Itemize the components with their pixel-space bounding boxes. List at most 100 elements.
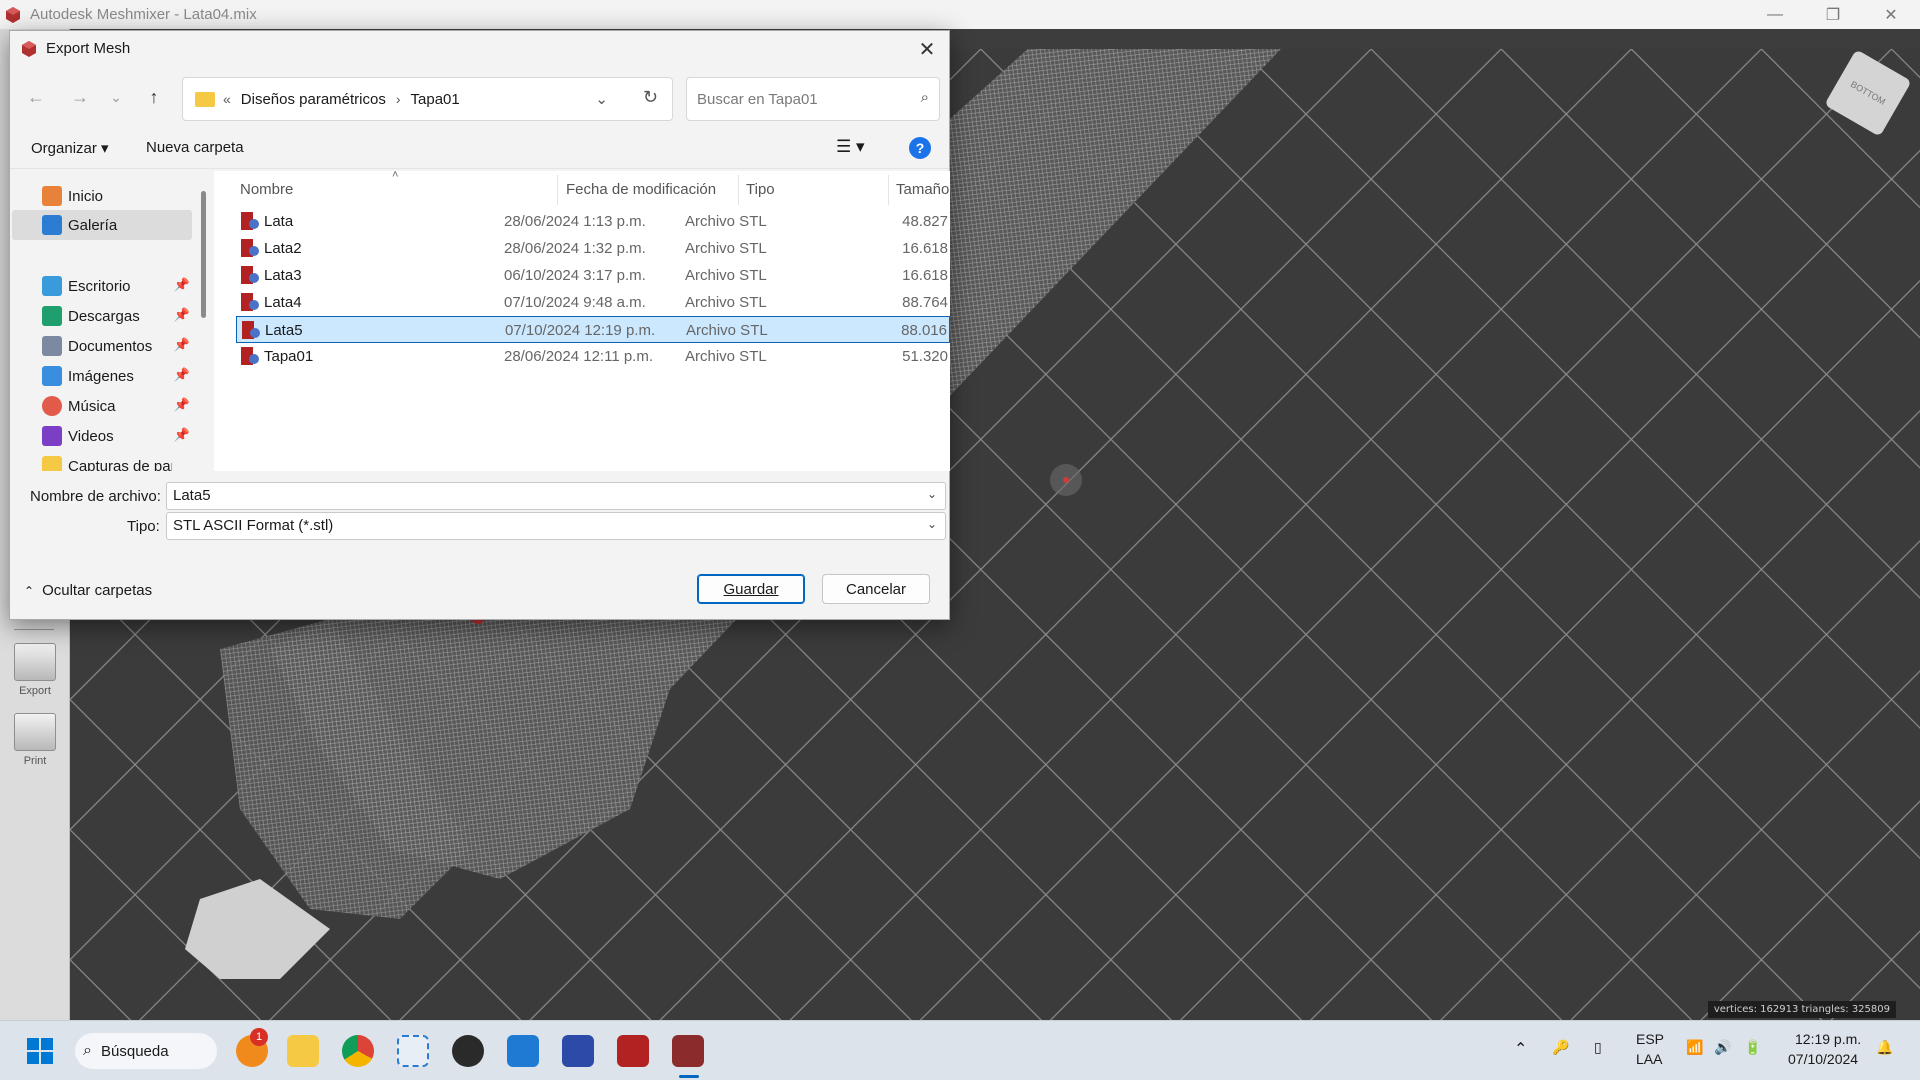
wifi-icon[interactable]: 📶: [1686, 1039, 1703, 1056]
breadcrumb-tapa01[interactable]: Tapa01: [411, 91, 460, 108]
nav-pane-scrollbar[interactable]: [201, 191, 206, 318]
back-button[interactable]: ←: [22, 83, 50, 111]
chevron-down-icon[interactable]: ⌄: [595, 90, 608, 108]
file-row-lata2[interactable]: Lata2 28/06/2024 1:32 p.m. Archivo STL 1…: [236, 235, 950, 262]
nav-item-escritorio[interactable]: Escritorio 📌: [12, 271, 192, 301]
folder-icon: [42, 456, 62, 471]
export-tool[interactable]: Export: [0, 643, 70, 697]
nav-item-documentos[interactable]: Documentos 📌: [12, 331, 192, 361]
nav-item-videos[interactable]: Videos 📌: [12, 421, 192, 451]
column-header-name[interactable]: Nombre: [240, 181, 293, 198]
file-explorer-icon[interactable]: [287, 1035, 319, 1067]
nav-item-label: Escritorio: [68, 277, 131, 295]
nav-item-inicio[interactable]: Inicio: [12, 181, 192, 211]
nav-item-capturas[interactable]: Capturas de pantalla: [12, 451, 172, 471]
column-header-size[interactable]: Tamaño: [896, 181, 949, 198]
cancel-button[interactable]: Cancelar: [822, 574, 930, 604]
file-name: Lata2: [264, 240, 302, 257]
notification-bell-icon[interactable]: 🔔: [1876, 1039, 1893, 1056]
restore-button[interactable]: ❐: [1804, 0, 1862, 29]
search-placeholder: Buscar en Tapa01: [697, 90, 818, 108]
print-tool[interactable]: Print: [0, 713, 70, 767]
file-type: Archivo STL: [685, 267, 767, 284]
dialog-titlebar: Export Mesh: [10, 31, 949, 66]
nav-item-galeria[interactable]: Galería: [12, 210, 192, 240]
clock-time[interactable]: 12:19 p.m.: [1795, 1031, 1861, 1047]
filetype-select[interactable]: STL ASCII Format (*.stl) ⌄: [166, 512, 946, 540]
downloads-icon: [42, 306, 62, 326]
snipping-tool-icon[interactable]: [397, 1035, 429, 1067]
meshmixer-taskbar-icon[interactable]: [672, 1035, 704, 1067]
vscode-icon[interactable]: [507, 1035, 539, 1067]
file-row-lata[interactable]: Lata 28/06/2024 1:13 p.m. Archivo STL 48…: [236, 208, 950, 235]
new-folder-button[interactable]: Nueva carpeta: [146, 139, 244, 156]
pin-icon[interactable]: 📌: [174, 397, 190, 413]
search-input[interactable]: Buscar en Tapa01 ⌕: [686, 77, 940, 121]
tray-app-icon[interactable]: 🔑: [1552, 1039, 1569, 1056]
file-row-tapa01[interactable]: Tapa01 28/06/2024 12:11 p.m. Archivo STL…: [236, 343, 950, 370]
kicad-icon[interactable]: [562, 1035, 594, 1067]
export-label: Export: [19, 685, 51, 697]
file-date: 07/10/2024 9:48 a.m.: [504, 294, 646, 311]
close-app-button[interactable]: ✕: [1862, 0, 1920, 29]
navigation-pane: Inicio Galería Escritorio 📌 Descargas 📌 …: [10, 171, 210, 471]
breadcrumb-separator: ›: [395, 91, 401, 107]
desktop-icon: [42, 276, 62, 296]
pin-icon[interactable]: 📌: [174, 277, 190, 293]
column-header-type[interactable]: Tipo: [746, 181, 775, 198]
windows-start-icon[interactable]: [24, 1035, 56, 1067]
dialog-close-button[interactable]: ✕: [915, 37, 939, 61]
taskbar-search-label: Búsqueda: [101, 1042, 169, 1060]
file-date: 07/10/2024 12:19 p.m.: [505, 322, 656, 339]
nav-item-musica[interactable]: Música 📌: [12, 391, 192, 421]
app-orange-icon[interactable]: [452, 1035, 484, 1067]
breadcrumb-disenos[interactable]: Diseños paramétricos: [241, 91, 386, 108]
file-size: 16.618: [902, 267, 948, 284]
stl-file-icon: [241, 347, 259, 365]
organize-button[interactable]: Organizar ▾: [31, 139, 109, 157]
pin-icon[interactable]: 📌: [174, 337, 190, 353]
nav-item-descargas[interactable]: Descargas 📌: [12, 301, 192, 331]
overflow-chevron[interactable]: «: [223, 91, 231, 107]
notification-badge: 1: [250, 1028, 268, 1046]
meshmixer-logo-icon: [6, 6, 20, 23]
chevron-down-icon[interactable]: ⌄: [927, 517, 937, 531]
minimize-button[interactable]: —: [1746, 0, 1804, 29]
clock-date[interactable]: 07/10/2024: [1788, 1051, 1858, 1067]
taskbar-search[interactable]: ⌕ Búsqueda: [75, 1033, 217, 1069]
keyboard-layout[interactable]: LAA: [1636, 1051, 1662, 1067]
tray-overflow-icon[interactable]: ⌃: [1514, 1039, 1527, 1059]
column-header-date[interactable]: Fecha de modificación: [566, 181, 716, 198]
music-icon: [42, 396, 62, 416]
save-button[interactable]: Guardar: [697, 574, 805, 604]
file-row-lata5[interactable]: Lata5 07/10/2024 12:19 p.m. Archivo STL …: [236, 316, 950, 343]
fusion-icon[interactable]: [617, 1035, 649, 1067]
usb-icon[interactable]: ▯: [1594, 1039, 1602, 1056]
app-title: Autodesk Meshmixer - Lata04.mix: [30, 6, 257, 23]
filename-input[interactable]: Lata5 ⌄: [166, 482, 946, 510]
address-bar[interactable]: « Diseños paramétricos › Tapa01 ⌄ ↻: [182, 77, 673, 121]
file-row-lata3[interactable]: Lata3 06/10/2024 3:17 p.m. Archivo STL 1…: [236, 262, 950, 289]
file-row-lata4[interactable]: Lata4 07/10/2024 9:48 a.m. Archivo STL 8…: [236, 289, 950, 316]
file-name: Lata4: [264, 294, 302, 311]
language-indicator[interactable]: ESP: [1636, 1031, 1664, 1047]
volume-icon[interactable]: 🔊: [1714, 1039, 1731, 1056]
pin-icon[interactable]: 📌: [174, 307, 190, 323]
nav-item-imagenes[interactable]: Imágenes 📌: [12, 361, 192, 391]
meshmixer-logo-icon: [22, 40, 36, 57]
help-icon[interactable]: ?: [909, 137, 931, 159]
view-options-icon[interactable]: ☰ ▾: [836, 137, 865, 157]
export-icon: [14, 643, 56, 681]
file-name: Lata5: [265, 322, 303, 339]
hide-folders-toggle[interactable]: ⌃ Ocultar carpetas: [24, 582, 152, 599]
battery-icon[interactable]: 🔋: [1744, 1039, 1761, 1056]
pin-icon[interactable]: 📌: [174, 367, 190, 383]
filename-label: Nombre de archivo:: [30, 488, 161, 505]
chevron-down-icon[interactable]: ⌄: [927, 487, 937, 501]
pin-icon[interactable]: 📌: [174, 427, 190, 443]
up-button[interactable]: ↑: [140, 83, 168, 111]
chrome-icon[interactable]: [342, 1035, 374, 1067]
recent-locations-button[interactable]: ⌄: [102, 83, 130, 111]
refresh-icon[interactable]: ↻: [643, 87, 658, 108]
forward-button[interactable]: →: [66, 83, 94, 111]
